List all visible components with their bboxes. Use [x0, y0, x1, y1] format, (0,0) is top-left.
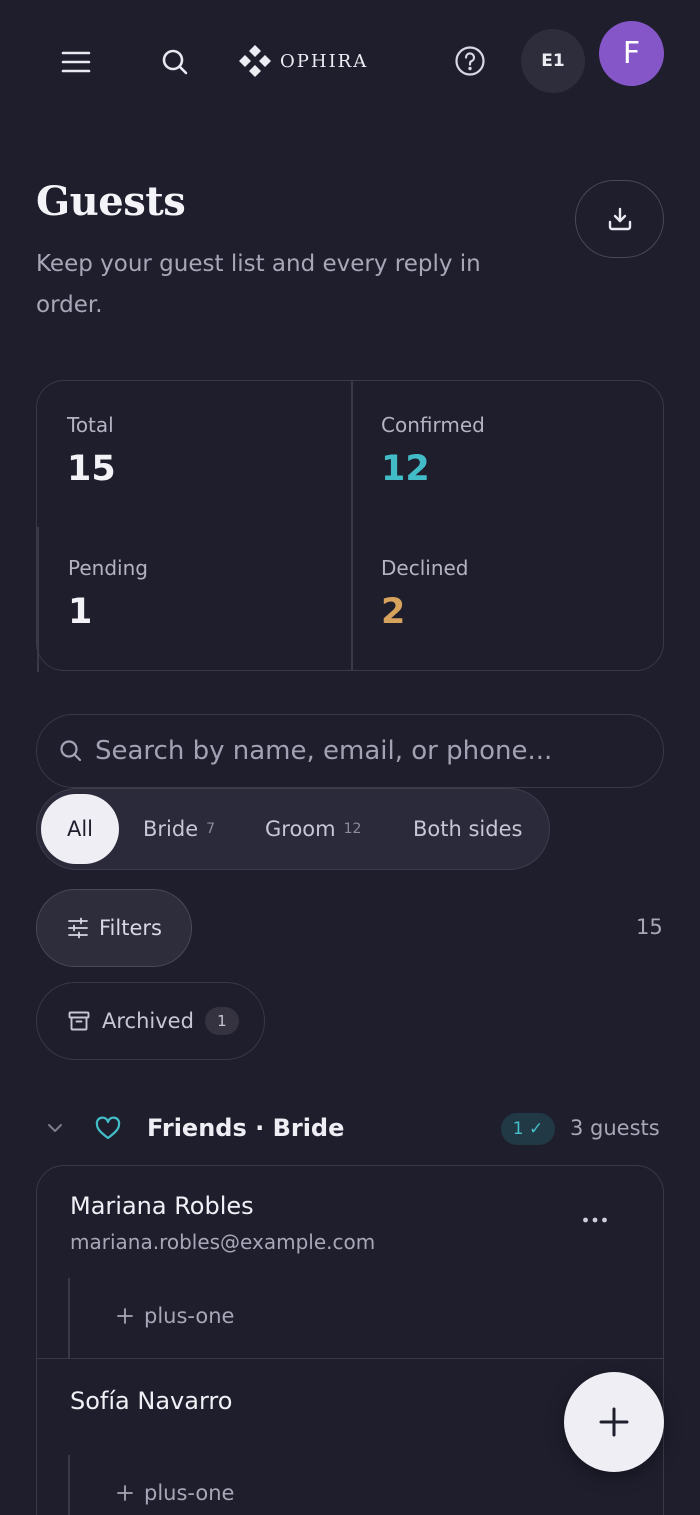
tab-both-sides[interactable]: Both sides	[413, 794, 522, 864]
stat-label: Total	[67, 413, 114, 437]
group-header[interactable]: Friends · Bride 1 ✓ 3 guests	[0, 1100, 700, 1158]
stat-confirmed: Confirmed 12	[381, 413, 485, 489]
guest-name: Mariana Robles	[70, 1192, 254, 1220]
guest-search[interactable]	[36, 714, 664, 788]
user-avatar[interactable]: F	[599, 21, 664, 86]
help-circle-icon	[455, 46, 485, 76]
archived-button[interactable]: Archived 1	[36, 982, 265, 1060]
filters-button[interactable]: Filters	[36, 889, 192, 967]
brand-name: OPHIRA	[280, 50, 369, 72]
page-title: Guests	[36, 178, 186, 225]
menu-button[interactable]	[54, 40, 98, 84]
search-icon	[60, 740, 82, 762]
guest-list-card: Mariana Robles mariana.robles@example.co…	[36, 1165, 664, 1515]
add-plus-one-button[interactable]: plus-one	[116, 1304, 234, 1328]
search-icon	[162, 49, 188, 75]
archived-count-badge: 1	[204, 1007, 239, 1035]
stat-value: 12	[381, 449, 430, 489]
stat-label: Confirmed	[381, 413, 485, 437]
archive-icon	[68, 1011, 90, 1031]
chevron-down-icon[interactable]	[44, 1117, 66, 1139]
filters-label: Filters	[99, 916, 162, 940]
guest-row[interactable]: Mariana Robles mariana.robles@example.co…	[37, 1166, 663, 1358]
tab-count: 7	[206, 821, 216, 837]
plus-one-row: plus-one	[68, 1455, 468, 1515]
stats-divider	[351, 381, 353, 670]
plus-one-row: plus-one	[68, 1278, 468, 1358]
tab-bride[interactable]: Bride 7	[143, 794, 215, 864]
top-bar: OPHIRA E1 F	[0, 0, 700, 120]
result-count: 15	[636, 915, 663, 939]
group-confirmed-badge: 1 ✓	[501, 1113, 555, 1145]
help-button[interactable]	[448, 39, 492, 83]
guest-more-button[interactable]	[581, 1206, 609, 1234]
group-guest-count: 3 guests	[570, 1116, 660, 1140]
tab-all[interactable]: All	[41, 794, 119, 864]
guest-email: mariana.robles@example.com	[70, 1230, 376, 1254]
sliders-icon	[68, 917, 88, 939]
brand-logo[interactable]: OPHIRA	[237, 41, 368, 81]
more-horizontal-icon	[583, 1217, 607, 1223]
stat-pending: Pending 1	[68, 556, 148, 632]
plus-one-label: plus-one	[144, 1304, 235, 1328]
stat-label: Pending	[68, 556, 148, 580]
side-filter-tabs: All Bride 7 Groom 12 Both sides	[36, 788, 550, 870]
archived-label: Archived	[102, 1009, 194, 1033]
tab-count: 12	[343, 821, 362, 837]
export-button[interactable]	[575, 180, 664, 258]
stat-declined: Declined 2	[381, 556, 469, 632]
tab-label: Bride	[143, 817, 199, 841]
tab-label: Both sides	[413, 817, 523, 841]
stat-value: 1	[68, 592, 93, 632]
guests-page: OPHIRA E1 F Guests Keep your guest list …	[0, 0, 700, 1515]
stat-value: 15	[67, 449, 116, 489]
menu-icon	[61, 51, 91, 73]
page-subtitle: Keep your guest list and every reply in …	[36, 251, 481, 318]
tab-label: Groom	[265, 817, 336, 841]
stat-value: 2	[381, 592, 406, 632]
stat-total: Total 15	[67, 413, 116, 489]
stat-label: Declined	[381, 556, 469, 580]
stats-left-edge	[37, 527, 39, 672]
add-guest-button[interactable]	[564, 1372, 664, 1472]
event-switcher[interactable]: E1	[521, 29, 585, 93]
guest-name: Sofía Navarro	[70, 1387, 233, 1415]
ophira-logo-icon	[239, 45, 271, 77]
search-button[interactable]	[153, 40, 197, 84]
plus-icon	[117, 1308, 133, 1324]
plus-one-label: plus-one	[144, 1481, 235, 1505]
download-icon	[608, 207, 631, 231]
tab-groom[interactable]: Groom 12	[265, 794, 361, 864]
plus-icon	[599, 1407, 629, 1437]
stats-card: Total 15 Confirmed 12 Pending 1 Declined…	[36, 380, 664, 672]
heart-icon	[95, 1116, 121, 1140]
search-input[interactable]	[95, 736, 635, 766]
plus-icon	[117, 1485, 133, 1501]
group-title: Friends · Bride	[147, 1114, 345, 1142]
tab-label: All	[66, 817, 94, 841]
add-plus-one-button[interactable]: plus-one	[116, 1481, 234, 1505]
